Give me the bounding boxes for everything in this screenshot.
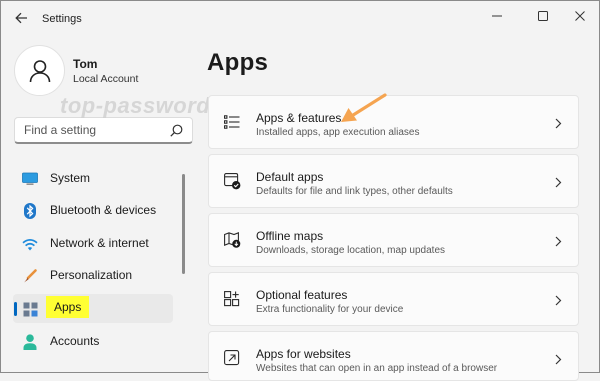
maximize-button[interactable] <box>530 6 556 26</box>
wifi-icon <box>22 236 38 252</box>
search-input[interactable] <box>15 118 174 142</box>
active-indicator <box>14 302 17 316</box>
card-default-apps[interactable]: Default apps Defaults for file and link … <box>208 154 579 208</box>
card-title: Apps & features <box>256 111 342 125</box>
card-title: Default apps <box>256 170 324 184</box>
back-arrow-icon <box>14 12 27 24</box>
window-title: Settings <box>42 13 82 25</box>
sidebar-item-label: Bluetooth & devices <box>50 203 157 217</box>
search-box[interactable] <box>14 117 193 144</box>
card-description: Downloads, storage location, map updates <box>256 245 446 256</box>
chevron-right-icon <box>555 293 562 311</box>
card-apps-for-websites[interactable]: Apps for websites Websites that can open… <box>208 331 579 381</box>
user-name: Tom <box>73 57 98 71</box>
card-offline-maps[interactable]: Offline maps Downloads, storage location… <box>208 213 579 267</box>
brush-icon <box>22 268 38 284</box>
maximize-icon <box>538 11 548 21</box>
card-description: Defaults for file and link types, other … <box>256 186 453 197</box>
card-optional-features[interactable]: Optional features Extra functionality fo… <box>208 272 579 326</box>
card-title: Apps for websites <box>256 347 351 361</box>
default-apps-icon <box>223 172 241 190</box>
sidebar-item-label: Accounts <box>50 334 100 348</box>
sidebar-item-system[interactable]: System <box>13 164 173 193</box>
card-description: Websites that can open in an app instead… <box>256 363 498 374</box>
list-icon <box>223 113 241 131</box>
chevron-right-icon <box>555 116 562 134</box>
sidebar-item-personalization[interactable]: Personalization <box>13 261 173 290</box>
external-link-icon <box>223 349 241 367</box>
card-description: Extra functionality for your device <box>256 304 404 315</box>
back-button[interactable] <box>10 8 32 28</box>
bluetooth-icon <box>22 203 38 219</box>
sidebar-item-label: System <box>50 171 91 185</box>
chevron-right-icon <box>555 175 562 193</box>
sidebar-item-label: Network & internet <box>50 236 149 250</box>
user-icon <box>29 59 50 82</box>
card-title: Offline maps <box>256 229 324 243</box>
sidebar-item-accounts[interactable]: Accounts <box>13 327 173 356</box>
sidebar-item-label: Personalization <box>50 268 133 282</box>
card-apps-features[interactable]: Apps & features Installed apps, app exec… <box>208 95 579 149</box>
sidebar-item-network[interactable]: Network & internet <box>13 229 173 258</box>
title-bar: Settings <box>0 0 600 34</box>
search-icon[interactable] <box>170 124 183 142</box>
minimize-button[interactable] <box>484 6 510 26</box>
close-button[interactable] <box>567 6 593 26</box>
sidebar-item-label: Apps <box>46 296 90 318</box>
sidebar-item-bluetooth[interactable]: Bluetooth & devices <box>13 196 173 225</box>
apps-icon <box>22 301 38 317</box>
close-icon <box>575 11 585 21</box>
chevron-right-icon <box>555 234 562 252</box>
page-title: Apps <box>207 49 269 76</box>
avatar[interactable] <box>14 45 65 96</box>
monitor-icon <box>22 171 38 187</box>
card-description: Installed apps, app execution aliases <box>256 127 420 138</box>
map-icon <box>223 231 241 249</box>
chevron-right-icon <box>555 352 562 370</box>
sidebar-item-apps[interactable]: Apps <box>13 294 173 323</box>
grid-plus-icon <box>223 290 241 308</box>
person-icon <box>22 334 38 350</box>
minimize-icon <box>492 15 502 17</box>
card-title: Optional features <box>256 288 348 302</box>
account-type: Local Account <box>73 73 139 85</box>
sidebar-scrollbar[interactable] <box>182 174 185 274</box>
